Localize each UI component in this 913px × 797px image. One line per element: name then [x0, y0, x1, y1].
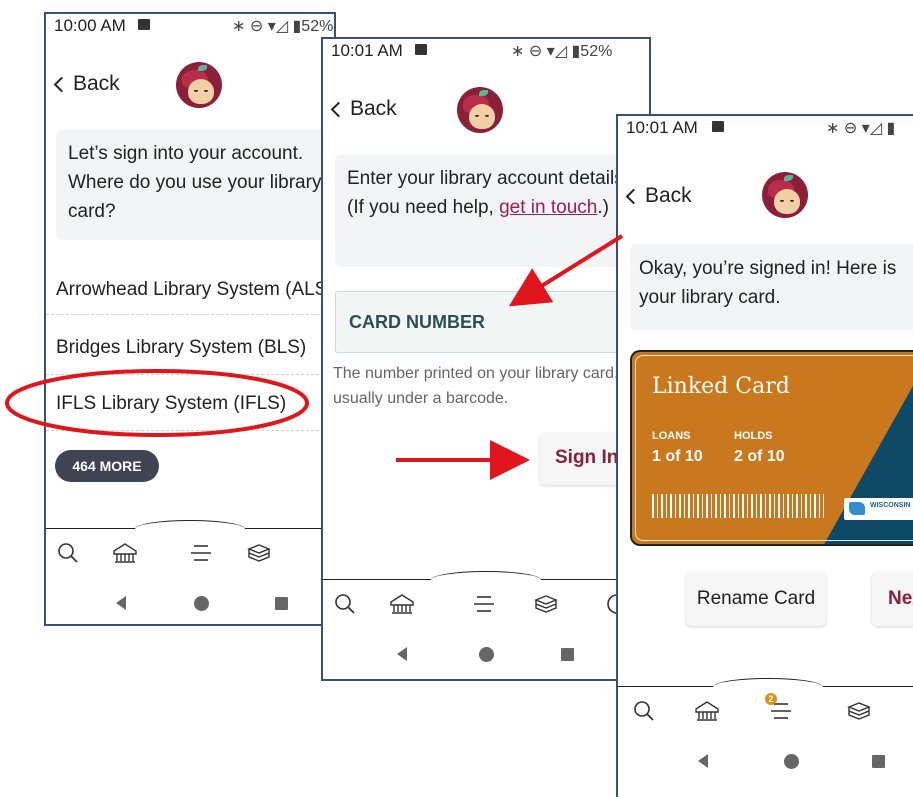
- highlight-circle-ifls: [5, 369, 309, 437]
- arrow-to-card-number: [508, 234, 624, 307]
- annotation-overlay: [5, 234, 624, 480]
